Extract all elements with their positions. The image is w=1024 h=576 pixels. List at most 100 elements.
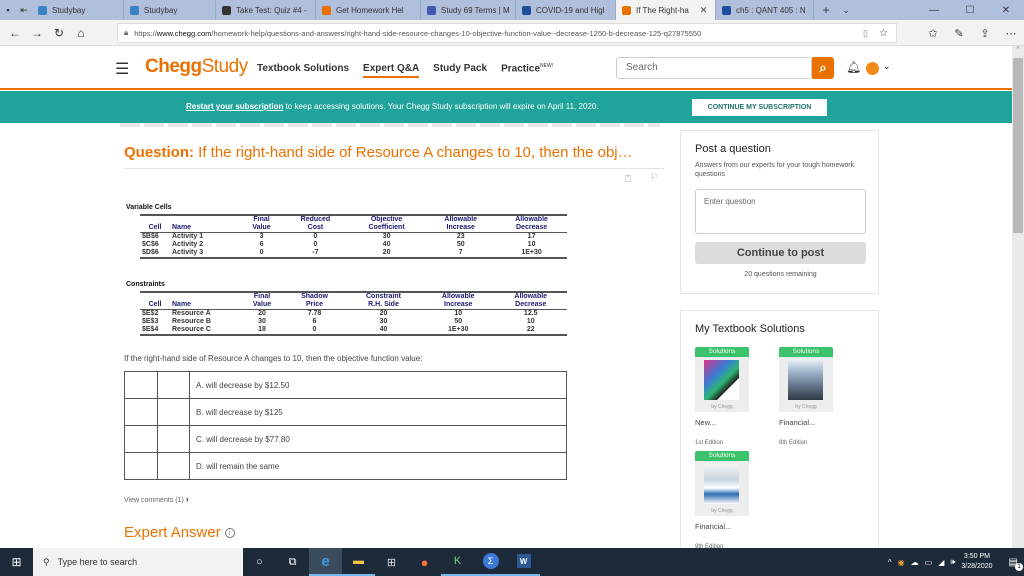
address-bar-row: ← → ↻ ⌂ 🔒︎ https://www.chegg.com/homewor… bbox=[0, 20, 1024, 46]
nav-textbook-solutions[interactable]: Textbook Solutions bbox=[257, 63, 349, 78]
chegg-icon bbox=[622, 5, 631, 15]
new-tab-button[interactable]: + bbox=[814, 0, 838, 20]
table-cell: $C$6 bbox=[142, 241, 159, 248]
hamburger-menu-icon[interactable]: ☰ bbox=[115, 59, 129, 79]
browser-tab[interactable]: ch5 : QANT 405 : N bbox=[716, 0, 814, 20]
textbook-item[interactable]: Solutions by Chegg New... 1st Edition bbox=[695, 347, 749, 446]
book-cover[interactable]: by Chegg bbox=[695, 461, 749, 516]
forward-arrow-icon[interactable]: → bbox=[26, 26, 48, 40]
action-center-icon[interactable]: ▤ 1 bbox=[1009, 557, 1023, 571]
table-cell: $B$6 bbox=[142, 233, 159, 240]
back-arrow-icon[interactable]: ← bbox=[4, 26, 26, 40]
tab-actions-icon[interactable]: ▪ bbox=[0, 0, 16, 20]
close-window-button[interactable]: ✕ bbox=[988, 0, 1024, 20]
browser-tab[interactable]: COVID-19 and Higl bbox=[516, 0, 616, 20]
refresh-icon[interactable]: ↻ bbox=[48, 26, 70, 40]
book-cover[interactable]: by Chegg bbox=[779, 357, 833, 412]
file-explorer-icon[interactable]: ▬ bbox=[342, 548, 375, 576]
taskbar-search-input[interactable]: ⚲ Type here to search bbox=[33, 548, 243, 576]
table-row: $E$4 Resource C 18 0 40 1E+30 22 bbox=[140, 326, 567, 336]
favorites-hub-icon[interactable]: ✩ bbox=[920, 27, 946, 40]
browser-tab[interactable]: Studybay bbox=[124, 0, 216, 20]
tab-list-chevron-icon[interactable]: ⌄ bbox=[838, 0, 854, 20]
minimize-button[interactable]: — bbox=[916, 0, 952, 20]
notification-bell-icon[interactable]: 🔔︎ bbox=[846, 60, 861, 74]
tab-label: Study 69 Terms | M bbox=[441, 5, 510, 15]
chegg-study-logo[interactable]: CheggStudy bbox=[145, 56, 248, 78]
close-tab-icon[interactable]: ✕ bbox=[700, 5, 708, 16]
browser-tab[interactable]: Studybay bbox=[32, 0, 124, 20]
set-aside-tabs-icon[interactable]: ⇤ bbox=[16, 0, 32, 20]
flag-icon[interactable]: ⚐ bbox=[650, 172, 658, 183]
search-button[interactable]: ⌕ bbox=[812, 57, 834, 79]
browser-tab[interactable]: Study 69 Terms | M bbox=[421, 0, 516, 20]
info-icon[interactable]: i bbox=[224, 528, 235, 539]
maximize-button[interactable]: ☐ bbox=[952, 0, 988, 20]
table-cell: $E$3 bbox=[142, 318, 159, 325]
firefox-icon[interactable]: ● bbox=[408, 548, 441, 576]
browser-tab[interactable]: Get Homework Hel bbox=[316, 0, 421, 20]
kindle-icon[interactable]: K bbox=[441, 548, 474, 576]
volume-icon[interactable]: 🕪︎ bbox=[950, 557, 955, 567]
scrollbar-thumb[interactable] bbox=[1013, 58, 1023, 233]
column-header: Price bbox=[284, 301, 345, 310]
textbook-item[interactable]: Solutions by Chegg Financial... 9th Edition bbox=[695, 451, 749, 550]
table-cell: 18 bbox=[240, 326, 285, 336]
show-hidden-icons-chevron-icon[interactable]: ^ bbox=[888, 558, 892, 567]
edge-browser-icon[interactable]: e bbox=[309, 548, 342, 576]
tab-label: COVID-19 and Higl bbox=[536, 5, 605, 15]
task-view-icon[interactable]: ⧉ bbox=[276, 548, 309, 576]
nav-study-pack[interactable]: Study Pack bbox=[433, 63, 487, 78]
table-cell: 30 bbox=[382, 233, 391, 240]
pen-icon[interactable]: ✎ bbox=[946, 27, 972, 40]
book-cover-image bbox=[704, 360, 739, 400]
question-textarea[interactable]: Enter question bbox=[695, 189, 866, 234]
page-scrollbar[interactable]: ^ bbox=[1012, 46, 1024, 548]
table-cell: 30 bbox=[379, 318, 388, 325]
continue-subscription-button[interactable]: CONTINUE MY SUBSCRIPTION bbox=[692, 99, 827, 116]
textbook-item[interactable]: Solutions by Chegg Financial... 8th Edition bbox=[779, 347, 833, 446]
sigma-app-icon[interactable]: Σ bbox=[474, 548, 507, 576]
column-header: Name bbox=[170, 224, 240, 233]
more-menu-icon[interactable]: ⋯ bbox=[998, 27, 1024, 40]
book-title[interactable]: Financial... bbox=[695, 522, 749, 531]
scroll-up-icon[interactable]: ^ bbox=[1012, 46, 1024, 56]
favorite-star-icon[interactable]: ☆ bbox=[879, 28, 888, 39]
table-cell: Activity 2 bbox=[172, 241, 204, 248]
book-title[interactable]: New... bbox=[695, 418, 749, 427]
windows-taskbar: ⊞ ⚲ Type here to search ○ ⧉ e ▬ ⊞ ● K Σ W… bbox=[0, 548, 1024, 576]
nav-practice[interactable]: PracticeNEW! bbox=[501, 63, 553, 78]
empty-cell bbox=[157, 425, 190, 453]
account-chevron-down-icon[interactable]: ⌄ bbox=[883, 61, 891, 72]
view-comments-link[interactable]: View comments (1) › bbox=[124, 494, 189, 504]
reading-view-icon[interactable]: ▯ bbox=[863, 28, 868, 39]
continue-to-post-button[interactable]: Continue to post bbox=[695, 242, 866, 264]
book-title[interactable]: Financial... bbox=[779, 418, 833, 427]
clock[interactable]: 3:50 PM 3/28/2020 bbox=[961, 552, 992, 572]
avatar[interactable] bbox=[866, 62, 879, 75]
nav-expert-q-a[interactable]: Expert Q&A bbox=[363, 63, 420, 78]
wifi-icon[interactable]: ◢ bbox=[938, 558, 944, 567]
book-cover[interactable]: by Chegg bbox=[695, 357, 749, 412]
home-icon[interactable]: ⌂ bbox=[70, 26, 92, 40]
browser-tab[interactable]: If The Right-ha ✕ bbox=[616, 0, 716, 20]
cortana-icon[interactable]: ○ bbox=[243, 548, 276, 576]
column-header bbox=[140, 214, 170, 224]
share-icon[interactable]: ⇪ bbox=[972, 27, 998, 40]
windows-start-icon[interactable]: ⊞ bbox=[0, 548, 33, 576]
microsoft-store-icon[interactable]: ⊞ bbox=[375, 548, 408, 576]
column-header: Allowable bbox=[494, 291, 567, 301]
url-field[interactable]: 🔒︎ https://www.chegg.com/homework-help/q… bbox=[117, 23, 897, 43]
restart-subscription-link[interactable]: Restart your subscription bbox=[186, 102, 283, 111]
antivirus-icon[interactable]: ◉ bbox=[898, 558, 905, 567]
blackboard-icon bbox=[222, 5, 231, 15]
battery-icon[interactable]: ▭ bbox=[925, 558, 933, 567]
onedrive-icon[interactable]: ☁ bbox=[911, 558, 919, 567]
table-cell: 6 bbox=[312, 318, 317, 325]
table-cell: 7 bbox=[425, 249, 497, 259]
browser-tab[interactable]: Take Test: Quiz #4 - bbox=[216, 0, 316, 20]
table-cell: Activity 1 bbox=[172, 233, 204, 240]
search-input[interactable]: Search bbox=[616, 57, 812, 79]
bookmark-icon[interactable]: ⍞ bbox=[625, 174, 631, 185]
word-icon[interactable]: W bbox=[507, 548, 540, 576]
